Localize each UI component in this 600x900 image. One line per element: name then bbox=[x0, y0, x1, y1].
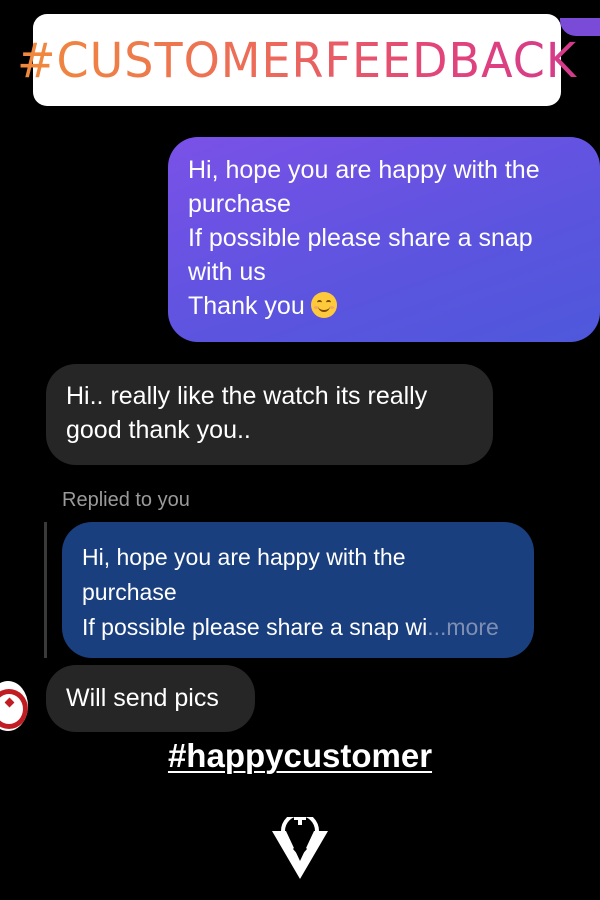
more-link[interactable]: ...more bbox=[427, 614, 499, 640]
message-line: purchase bbox=[188, 190, 291, 218]
incoming-message[interactable]: Hi.. really like the watch its really go… bbox=[46, 364, 493, 465]
message-line: Hi.. really like the watch its really bbox=[66, 382, 428, 410]
smiling-face-emoji-icon bbox=[310, 292, 337, 318]
reply-quote-bar bbox=[44, 522, 47, 658]
quoted-line: purchase bbox=[82, 579, 177, 605]
message-line: with us bbox=[188, 258, 266, 286]
message-line: Thank you bbox=[188, 292, 305, 320]
hashtag-sticker: #CUSTOMERFEEDBACK bbox=[17, 14, 576, 106]
message-line: If possible please share a snap bbox=[188, 224, 533, 252]
incoming-message-last[interactable]: Will send pics bbox=[46, 665, 255, 732]
replied-to-label: Replied to you bbox=[62, 489, 190, 511]
outgoing-message[interactable]: Hi, hope you are happy with the purchase… bbox=[168, 137, 600, 342]
brand-logo-icon bbox=[272, 817, 328, 879]
quoted-line-with-more: If possible please share a snap wi...mor… bbox=[82, 610, 514, 645]
quoted-line: If possible please share a snap wi bbox=[82, 614, 428, 640]
user-avatar[interactable] bbox=[0, 681, 28, 731]
sticker-text: #CUSTOMERFEEDBACK bbox=[16, 31, 578, 89]
message-line-with-emoji: Thank you bbox=[188, 289, 580, 323]
hashtag-caption: #happycustomer bbox=[167, 737, 433, 774]
message-line: Hi, hope you are happy with the bbox=[188, 156, 540, 184]
message-line: good thank you.. bbox=[66, 416, 251, 444]
quoted-message[interactable]: Hi, hope you are happy with the purchase… bbox=[62, 522, 534, 658]
message-line: Will send pics bbox=[66, 684, 219, 712]
quoted-line: Hi, hope you are happy with the bbox=[82, 544, 406, 570]
avatar-ring-shape bbox=[0, 689, 28, 729]
